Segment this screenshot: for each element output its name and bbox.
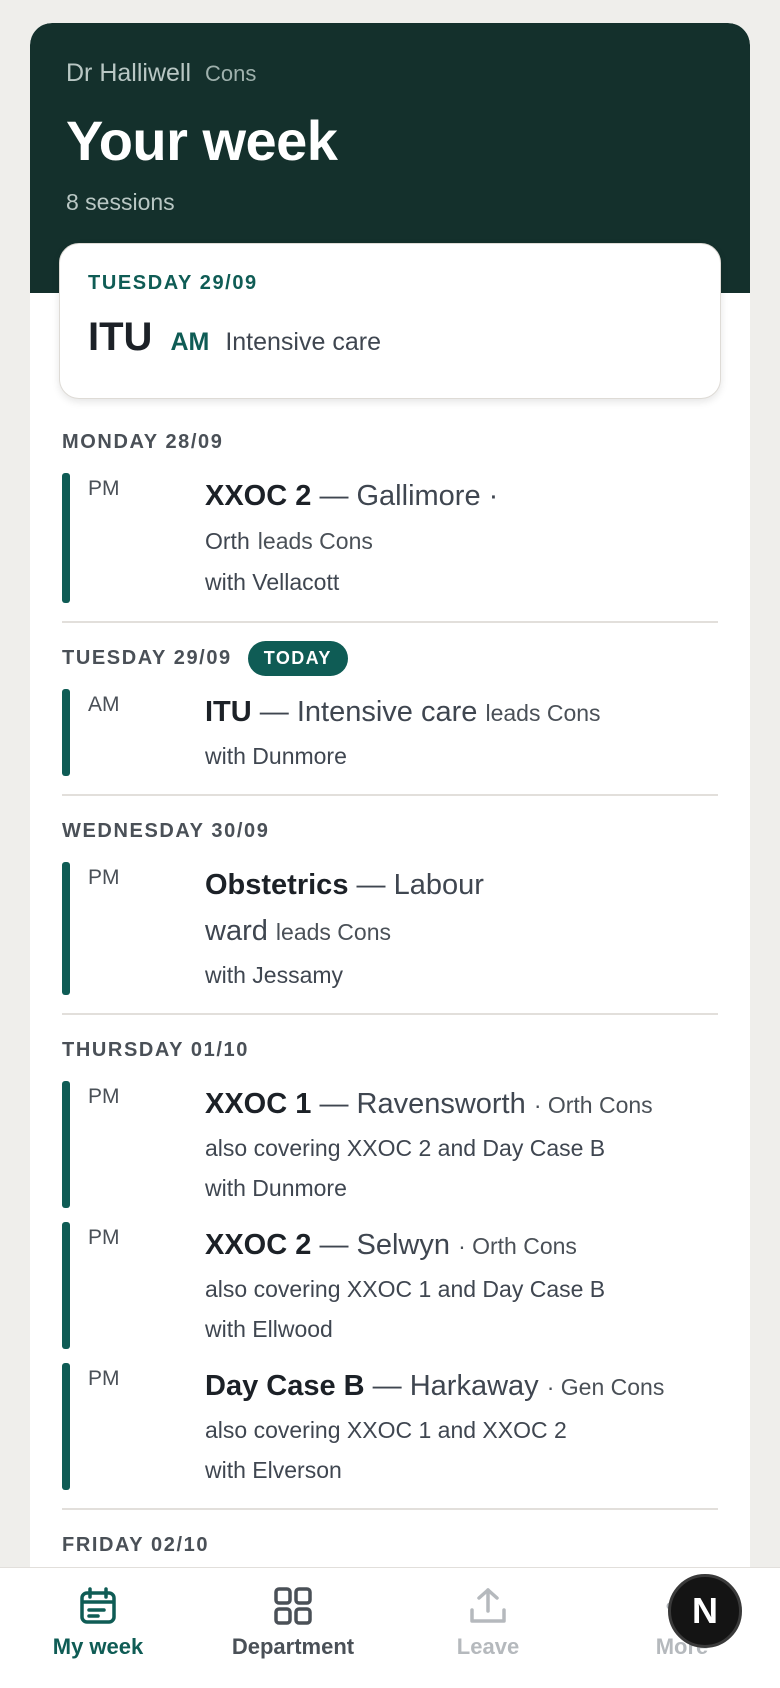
session-surgeon-cont: ward [205, 915, 268, 947]
day-list: MONDAY 28/09 PM XXOC 2 — Gallimore · Ort… [62, 425, 718, 1598]
page-title: Your week [66, 109, 338, 172]
session-accent-bar [62, 473, 70, 603]
app-screen: Dr Halliwell Cons Your week 8 sessions T… [30, 23, 750, 1688]
session-colleague: with Ellwood [205, 1316, 333, 1342]
session-colleague: with Dunmore [205, 1175, 347, 1201]
session-separator: — [259, 696, 289, 728]
session-accent-bar [62, 689, 70, 776]
day-section-monday: MONDAY 28/09 PM XXOC 2 — Gallimore · Ort… [62, 425, 718, 623]
session-accent-bar [62, 1081, 70, 1208]
session-period: PM [88, 1085, 120, 1108]
session-theatre: XXOC 2 [205, 480, 312, 512]
day-label: WEDNESDAY 30/09 [62, 819, 270, 842]
session-period: PM [88, 1226, 120, 1249]
session-colleague: with Dunmore [205, 743, 347, 769]
tab-label: My week [52, 1634, 144, 1659]
tab-department[interactable]: Department [228, 1586, 358, 1660]
session-colleague: with Jessamy [205, 962, 344, 988]
session-theatre: XXOC 1 [205, 1088, 312, 1120]
today-card-period: AM [170, 328, 210, 356]
session-theatre: ITU [205, 696, 252, 728]
session-role: · Orth Cons [458, 1233, 577, 1259]
session-row[interactable]: PM XXOC 2 — Selwyn · Orth Cons also cove… [62, 1222, 718, 1349]
session-row[interactable]: PM Day Case B — Harkaway · Gen Cons also… [62, 1363, 718, 1490]
session-separator: — [319, 1229, 349, 1261]
doctor-info: Dr Halliwell Cons [66, 59, 714, 88]
session-covering: also covering XXOC 1 and XXOC 2 [205, 1417, 567, 1443]
session-theatre: Obstetrics [205, 869, 349, 901]
day-label: TUESDAY 29/09 [62, 646, 232, 669]
session-row[interactable]: AM ITU — Intensive care leads Cons with … [62, 689, 718, 776]
session-role: leads Cons [257, 528, 373, 554]
session-surgeon: Harkaway [409, 1370, 539, 1402]
today-card-description: Intensive care [225, 328, 381, 356]
session-separator: — [319, 480, 349, 512]
session-row[interactable]: PM XXOC 1 — Ravensworth · Orth Cons also… [62, 1081, 718, 1208]
session-surgeon: Intensive care [296, 696, 478, 728]
upload-icon [470, 1588, 506, 1623]
tab-label: Department [231, 1634, 355, 1659]
session-row[interactable]: PM XXOC 2 — Gallimore · Orth leads Cons … [62, 473, 718, 603]
session-role: leads Cons [485, 700, 601, 726]
today-summary-card[interactable]: TUESDAY 29/09 ITU AM Intensive care [59, 243, 721, 399]
floating-avatar-button[interactable]: N [668, 1574, 742, 1648]
session-period: PM [88, 866, 120, 889]
tab-leave[interactable]: Leave [446, 1586, 530, 1660]
session-surgeon: Ravensworth [356, 1088, 526, 1120]
today-badge: TODAY [247, 640, 348, 676]
session-colleague: with Elverson [205, 1457, 342, 1483]
session-role: · Gen Cons [546, 1374, 665, 1400]
session-covering: also covering XXOC 1 and Day Case B [205, 1276, 606, 1302]
bottom-tab-bar: My week Department Leave More [0, 1567, 780, 1688]
session-separator: — [372, 1370, 402, 1402]
session-count: 8 sessions [66, 189, 175, 215]
session-theatre: Day Case B [205, 1370, 365, 1402]
session-theatre: XXOC 2 [205, 1229, 312, 1261]
session-role: leads Cons [275, 919, 391, 945]
day-section-tuesday: TUESDAY 29/09 TODAY AM ITU — Intensive c… [62, 640, 718, 796]
session-accent-bar [62, 1222, 70, 1349]
tab-label: Leave [456, 1634, 520, 1659]
doctor-name: Dr Halliwell [66, 59, 192, 87]
session-period: PM [88, 477, 120, 500]
session-separator: — [356, 869, 386, 901]
session-period: AM [88, 693, 120, 716]
session-surgeon: Selwyn [356, 1229, 451, 1261]
day-section-thursday: THURSDAY 01/10 PM XXOC 1 — Ravensworth ·… [62, 1033, 718, 1510]
day-label: MONDAY 28/09 [62, 430, 224, 453]
session-accent-bar [62, 1363, 70, 1490]
session-colleague: with Vellacott [205, 569, 340, 595]
session-role: · Orth Cons [533, 1092, 653, 1118]
session-row[interactable]: PM Obstetrics — Labour ward leads Cons w… [62, 862, 718, 995]
session-covering: also covering XXOC 2 and Day Case B [205, 1135, 606, 1161]
session-accent-bar [62, 862, 70, 995]
session-period: PM [88, 1367, 120, 1390]
session-surgeon: Gallimore · [356, 480, 499, 512]
day-label: THURSDAY 01/10 [62, 1038, 249, 1061]
today-card-date: TUESDAY 29/09 [88, 272, 258, 294]
doctor-grade: Cons [205, 61, 257, 86]
tab-my-week[interactable]: My week [48, 1586, 148, 1660]
session-surgeon: Labour [393, 869, 484, 901]
grid-icon [274, 1587, 312, 1625]
calendar-icon [80, 1587, 116, 1624]
session-specialty: Orth [205, 528, 250, 554]
session-separator: — [319, 1088, 349, 1120]
today-card-theatre: ITU [88, 315, 153, 359]
day-section-wednesday: WEDNESDAY 30/09 PM Obstetrics — Labour w… [62, 814, 718, 1015]
day-label: FRIDAY 02/10 [62, 1533, 210, 1556]
